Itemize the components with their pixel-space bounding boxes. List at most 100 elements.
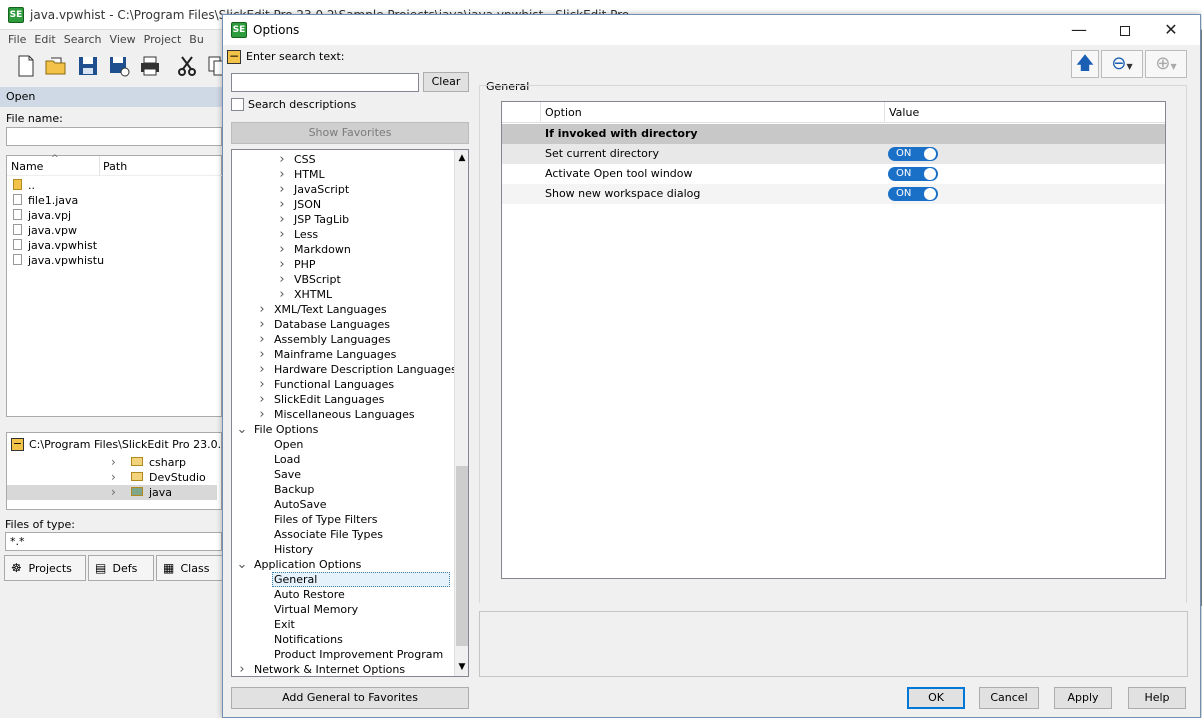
collapse-chevron-icon[interactable]: ⌄ (236, 422, 248, 437)
tree-item[interactable]: AutoSave (256, 497, 327, 512)
cancel-button[interactable]: Cancel (979, 687, 1039, 709)
collapse-icon[interactable]: − (11, 438, 24, 451)
folder-item[interactable]: › csharp (7, 455, 217, 470)
forward-dropdown-icon[interactable]: ▼ (1170, 62, 1176, 71)
tree-item[interactable]: Notifications (256, 632, 343, 647)
tree-item[interactable]: › CSS (276, 152, 315, 167)
tree-item[interactable]: Auto Restore (256, 587, 345, 602)
file-name-input[interactable] (6, 127, 222, 146)
back-dropdown-icon[interactable]: ▼ (1126, 62, 1132, 71)
option-toggle[interactable]: ON (888, 167, 938, 181)
tree-item[interactable]: Associate File Types (256, 527, 383, 542)
tree-item[interactable]: Files of Type Filters (256, 512, 377, 527)
save-icon[interactable] (76, 54, 100, 78)
back-button[interactable]: ⊖▼ (1101, 50, 1143, 78)
minimize-button[interactable]: — (1056, 15, 1102, 45)
option-toggle[interactable]: ON (888, 187, 938, 201)
show-favorites-button[interactable]: Show Favorites (231, 122, 469, 144)
ok-button[interactable]: OK (907, 687, 965, 709)
tree-item[interactable]: Product Improvement Program (256, 647, 443, 662)
tree-item[interactable]: › HTML (276, 167, 324, 182)
print-icon[interactable] (138, 54, 162, 78)
expand-icon[interactable]: › (111, 485, 116, 500)
option-row[interactable]: Show new workspace dialog ON (502, 184, 1165, 204)
tab-class[interactable]: ▦ Class (156, 555, 222, 581)
tree-item[interactable]: ⌄ File Options (236, 422, 319, 437)
expand-chevron-icon[interactable]: › (256, 377, 268, 392)
options-grid[interactable]: Option Value If invoked with directory S… (501, 101, 1166, 579)
expand-chevron-icon[interactable]: › (276, 242, 288, 257)
forward-button[interactable]: ⊕▼ (1145, 50, 1187, 78)
file-list-item[interactable]: java.vpw (7, 223, 221, 238)
new-file-icon[interactable] (14, 54, 38, 78)
open-folder-icon[interactable] (44, 54, 68, 78)
tree-item[interactable]: › PHP (276, 257, 315, 272)
up-button[interactable]: 🡅 (1071, 50, 1099, 78)
tree-item[interactable]: › Hardware Description Languages (256, 362, 456, 377)
expand-chevron-icon[interactable]: › (256, 347, 268, 362)
expand-chevron-icon[interactable]: › (276, 152, 288, 167)
expand-chevron-icon[interactable]: › (276, 197, 288, 212)
tree-item[interactable]: › Less (276, 227, 318, 242)
tree-item[interactable]: › VBScript (276, 272, 340, 287)
file-list-item[interactable]: file1.java (7, 193, 221, 208)
tree-item[interactable]: › JavaScript (276, 182, 349, 197)
tree-item[interactable]: › Mainframe Languages (256, 347, 396, 362)
file-list-item[interactable]: java.vpwhistu (7, 253, 221, 268)
menu-project[interactable]: Project (144, 31, 182, 49)
expand-chevron-icon[interactable]: › (276, 167, 288, 182)
files-of-type-input[interactable]: *.* (5, 532, 222, 551)
option-row[interactable]: Set current directory ON (502, 144, 1165, 164)
tree-item[interactable]: › Markdown (276, 242, 350, 257)
folder-item[interactable]: › java (7, 485, 217, 500)
expand-chevron-icon[interactable]: › (276, 257, 288, 272)
expand-chevron-icon[interactable]: › (256, 302, 268, 317)
tree-item[interactable]: › JSON (276, 197, 321, 212)
tab-projects[interactable]: ☸ Projects (4, 555, 86, 581)
expand-chevron-icon[interactable]: › (276, 182, 288, 197)
tree-item[interactable]: ⌄ Application Options (236, 557, 362, 572)
expand-chevron-icon[interactable]: › (256, 407, 268, 422)
tree-item[interactable]: Save (256, 467, 301, 482)
option-toggle[interactable]: ON (888, 147, 938, 161)
save-all-icon[interactable] (107, 54, 131, 78)
clear-button[interactable]: Clear (423, 72, 469, 92)
maximize-button[interactable] (1102, 15, 1148, 45)
tree-item[interactable]: Virtual Memory (256, 602, 358, 617)
apply-button[interactable]: Apply (1054, 687, 1112, 709)
menu-build[interactable]: Bu (189, 31, 204, 49)
close-button[interactable]: ✕ (1148, 15, 1194, 45)
expand-icon[interactable]: › (111, 470, 116, 485)
file-list[interactable]: Name ^ Path .. file1.java java.vpj java.vpw… (6, 154, 223, 417)
column-path[interactable]: Path (103, 160, 127, 173)
tree-item[interactable]: › JSP TagLib (276, 212, 349, 227)
file-list-item[interactable]: java.vpj (7, 208, 221, 223)
tree-item[interactable]: › XML/Text Languages (256, 302, 386, 317)
file-list-item[interactable]: .. (7, 178, 221, 193)
file-list-item[interactable]: java.vpwhist (7, 238, 221, 253)
expand-icon[interactable]: › (111, 455, 116, 470)
collapse-search-icon[interactable]: − (227, 50, 241, 64)
option-row[interactable]: Activate Open tool window ON (502, 164, 1165, 184)
tree-item-selected[interactable]: General (256, 572, 450, 587)
expand-chevron-icon[interactable]: › (256, 317, 268, 332)
expand-chevron-icon[interactable]: › (256, 392, 268, 407)
tree-item[interactable]: Load (256, 452, 300, 467)
expand-chevron-icon[interactable]: › (256, 332, 268, 347)
tree-scrollbar[interactable]: ▲ ▼ (454, 150, 468, 676)
help-button[interactable]: Help (1128, 687, 1186, 709)
expand-chevron-icon[interactable]: › (276, 272, 288, 287)
tree-item[interactable]: › Network & Internet Options (236, 662, 405, 676)
scrollbar-thumb[interactable] (456, 466, 468, 646)
expand-chevron-icon[interactable]: › (276, 227, 288, 242)
tab-defs[interactable]: ▤ Defs (88, 555, 154, 581)
tree-item[interactable]: › SlickEdit Languages (256, 392, 384, 407)
expand-chevron-icon[interactable]: › (276, 212, 288, 227)
search-input[interactable] (231, 73, 419, 92)
search-descriptions-checkbox[interactable] (231, 98, 244, 111)
column-name[interactable]: Name (11, 160, 43, 173)
add-to-favorites-button[interactable]: Add General to Favorites (231, 687, 469, 709)
expand-chevron-icon[interactable]: › (276, 287, 288, 302)
tree-item[interactable]: › Miscellaneous Languages (256, 407, 414, 422)
tree-item[interactable]: › Functional Languages (256, 377, 394, 392)
